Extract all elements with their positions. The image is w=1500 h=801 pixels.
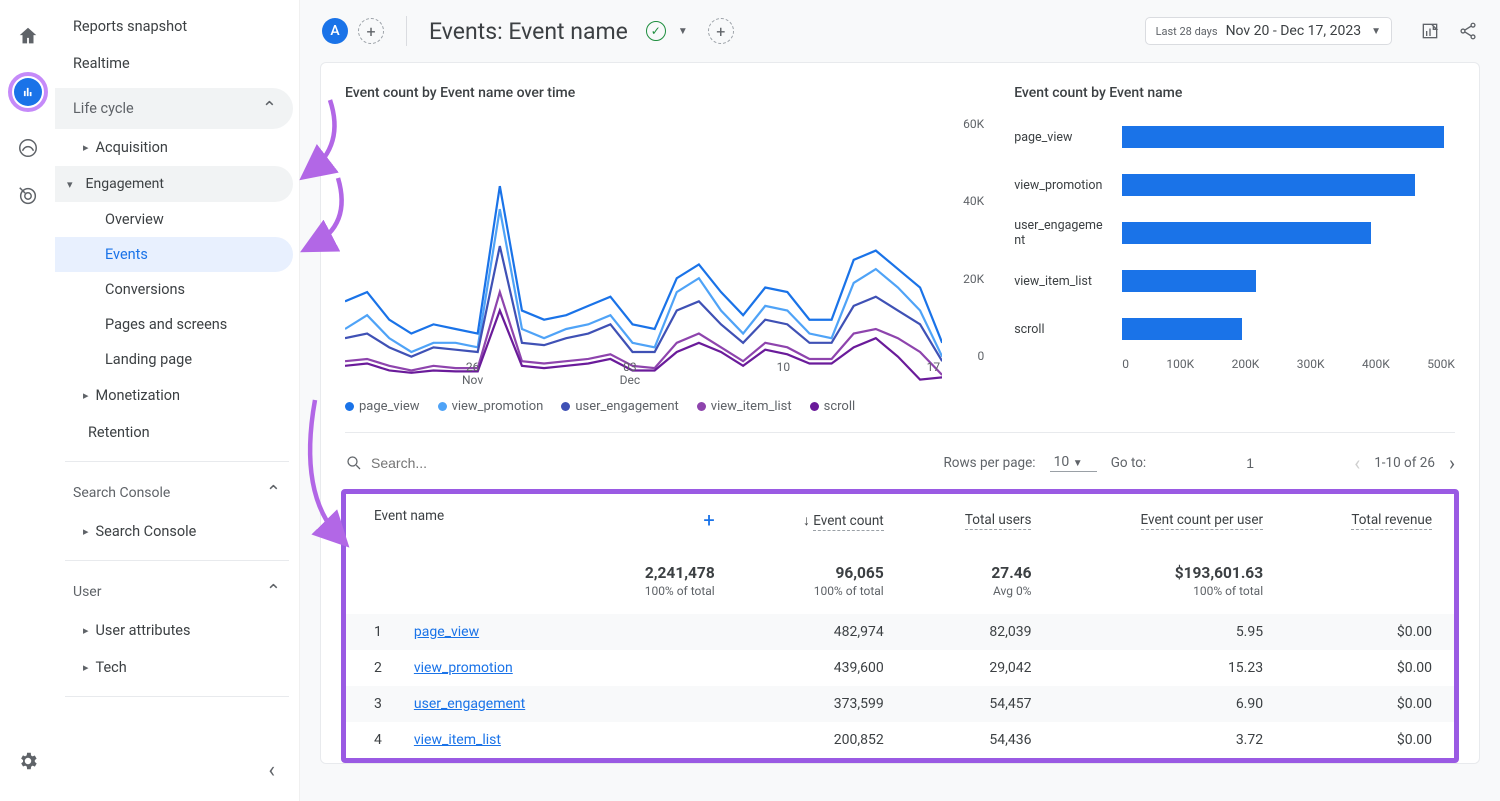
bar-chart-plot[interactable]: page_viewview_promotionuser_engagementvi… <box>1014 113 1455 353</box>
col-event-count[interactable]: Event count <box>813 513 883 531</box>
line-chart-legend: page_view view_promotion user_engagement… <box>345 399 984 414</box>
col-revenue[interactable]: Total revenue <box>1351 512 1432 530</box>
home-icon[interactable] <box>16 24 40 48</box>
table-row[interactable]: 2view_promotion439,60029,04215.23$0.00 <box>346 650 1454 686</box>
admin-gear-icon[interactable] <box>16 749 40 773</box>
sidebar-item-search-console[interactable]: Search Console <box>55 513 299 550</box>
reports-icon[interactable] <box>8 72 48 112</box>
table-row[interactable]: 4view_item_list200,85254,4363.72$0.00 <box>346 722 1454 758</box>
line-chart-title: Event count by Event name over time <box>345 85 984 101</box>
chevron-up-icon: ⌃ <box>266 581 281 602</box>
add-segment-button[interactable]: + <box>358 18 384 44</box>
sidebar-item-reports-snapshot[interactable]: Reports snapshot <box>55 8 299 45</box>
sidebar-item-user-attributes[interactable]: User attributes <box>55 612 299 649</box>
page-range-label: 1-10 of 26 <box>1374 455 1435 471</box>
bar-row[interactable]: page_view <box>1014 113 1455 161</box>
page-title: Events: Event name <box>429 18 628 45</box>
chevron-up-icon: ⌃ <box>266 482 281 503</box>
bar-row[interactable]: view_promotion <box>1014 161 1455 209</box>
bar-chart-title: Event count by Event name <box>1014 85 1455 101</box>
line-chart-panel: Event count by Event name over time 60K … <box>345 85 984 414</box>
report-card: Event count by Event name over time 60K … <box>320 62 1480 764</box>
search-input[interactable] <box>371 455 551 471</box>
bar-row[interactable]: user_engagement <box>1014 209 1455 257</box>
explore-icon[interactable] <box>16 136 40 160</box>
sidebar-group-lifecycle-label: Life cycle <box>73 100 134 117</box>
sidebar-item-realtime[interactable]: Realtime <box>55 45 299 82</box>
date-range-label: Nov 20 - Dec 17, 2023 <box>1226 23 1362 39</box>
add-dimension-button[interactable]: + <box>703 508 714 532</box>
sidebar-item-monetization[interactable]: Monetization <box>55 377 299 414</box>
share-icon[interactable] <box>1458 21 1478 41</box>
chevron-down-icon: ▼ <box>1371 26 1381 37</box>
table-summary-row: 2,241,478100% of total 96,065100% of tot… <box>346 546 1454 614</box>
event-link[interactable]: page_view <box>414 624 479 640</box>
sidebar-item-engagement[interactable]: Engagement <box>55 166 293 202</box>
search-icon[interactable] <box>345 454 363 472</box>
line-chart-y-axis: 60K 40K 20K 0 <box>948 117 984 363</box>
collapse-sidebar-button[interactable]: ‹ <box>268 758 275 783</box>
line-chart-plot[interactable] <box>345 117 942 393</box>
line-chart-x-axis: 26Nov 03Dec 10 17 <box>345 361 942 387</box>
goto-label: Go to: <box>1111 455 1147 471</box>
date-range-picker[interactable]: Last 28 days Nov 20 - Dec 17, 2023 ▼ <box>1145 17 1392 45</box>
topbar: A + Events: Event name ✓ ▼ + Last 28 day… <box>300 0 1500 62</box>
avatar[interactable]: A <box>322 18 348 44</box>
sidebar-group-label: Search Console <box>73 485 170 501</box>
col-total-users[interactable]: Total users <box>965 512 1032 530</box>
sort-desc-icon[interactable]: ↓ <box>803 513 810 529</box>
sidebar-item-pages[interactable]: Pages and screens <box>55 307 299 342</box>
sidebar-item-tech[interactable]: Tech <box>55 649 299 686</box>
event-link[interactable]: user_engagement <box>414 696 525 712</box>
sidebar-item-engagement-label: Engagement <box>86 176 164 192</box>
sidebar-group-user[interactable]: User ⌃ <box>55 571 299 612</box>
event-link[interactable]: view_item_list <box>414 732 501 748</box>
table-row[interactable]: 1page_view482,97482,0395.95$0.00 <box>346 614 1454 650</box>
rows-per-page-select[interactable]: 10 ▼ <box>1050 454 1097 472</box>
rows-per-page-label: Rows per page: <box>943 455 1035 471</box>
sidebar-item-retention[interactable]: Retention <box>55 414 299 451</box>
sidebar-group-search-console[interactable]: Search Console ⌃ <box>55 472 299 513</box>
sidebar-item-acquisition[interactable]: Acquisition <box>55 129 299 166</box>
sidebar-item-overview[interactable]: Overview <box>55 202 299 237</box>
bar-row[interactable]: view_item_list <box>1014 257 1455 305</box>
table-row[interactable]: 3user_engagement373,59954,4576.90$0.00 <box>346 686 1454 722</box>
date-preset-label: Last 28 days <box>1156 25 1218 38</box>
next-page-button[interactable]: › <box>1449 451 1455 475</box>
sidebar-item-landing[interactable]: Landing page <box>55 342 299 377</box>
bar-chart-panel: Event count by Event name page_viewview_… <box>1014 85 1455 414</box>
table-toolbar: Rows per page: 10 ▼ Go to: ‹ 1-10 of 26 … <box>345 432 1455 489</box>
col-event-name[interactable]: Event name <box>374 508 444 524</box>
sidebar-item-conversions[interactable]: Conversions <box>55 272 299 307</box>
sidebar-group-label: User <box>73 584 101 600</box>
bar-chart-x-axis: 0 100K 200K 300K 400K 500K <box>1122 357 1455 371</box>
col-per-user[interactable]: Event count per user <box>1141 512 1264 530</box>
goto-input[interactable] <box>1160 455 1340 471</box>
sidebar-group-lifecycle[interactable]: Life cycle ⌃ <box>55 88 293 129</box>
icon-rail <box>0 0 55 801</box>
events-table: Event name + ↓ Event count Total users E… <box>341 489 1459 763</box>
main: A + Events: Event name ✓ ▼ + Last 28 day… <box>300 0 1500 801</box>
title-dropdown-icon[interactable]: ▼ <box>678 26 688 37</box>
sidebar: Reports snapshot Realtime Life cycle ⌃ A… <box>55 0 300 801</box>
advertising-icon[interactable] <box>16 184 40 208</box>
event-link[interactable]: view_promotion <box>414 660 513 676</box>
chevron-up-icon: ⌃ <box>262 98 277 119</box>
add-comparison-button[interactable]: + <box>708 18 734 44</box>
sidebar-item-events[interactable]: Events <box>55 237 293 272</box>
verified-badge-icon[interactable]: ✓ <box>646 21 666 41</box>
bar-row[interactable]: scroll <box>1014 305 1455 353</box>
prev-page-button[interactable]: ‹ <box>1354 451 1360 475</box>
customize-report-icon[interactable] <box>1420 21 1440 41</box>
